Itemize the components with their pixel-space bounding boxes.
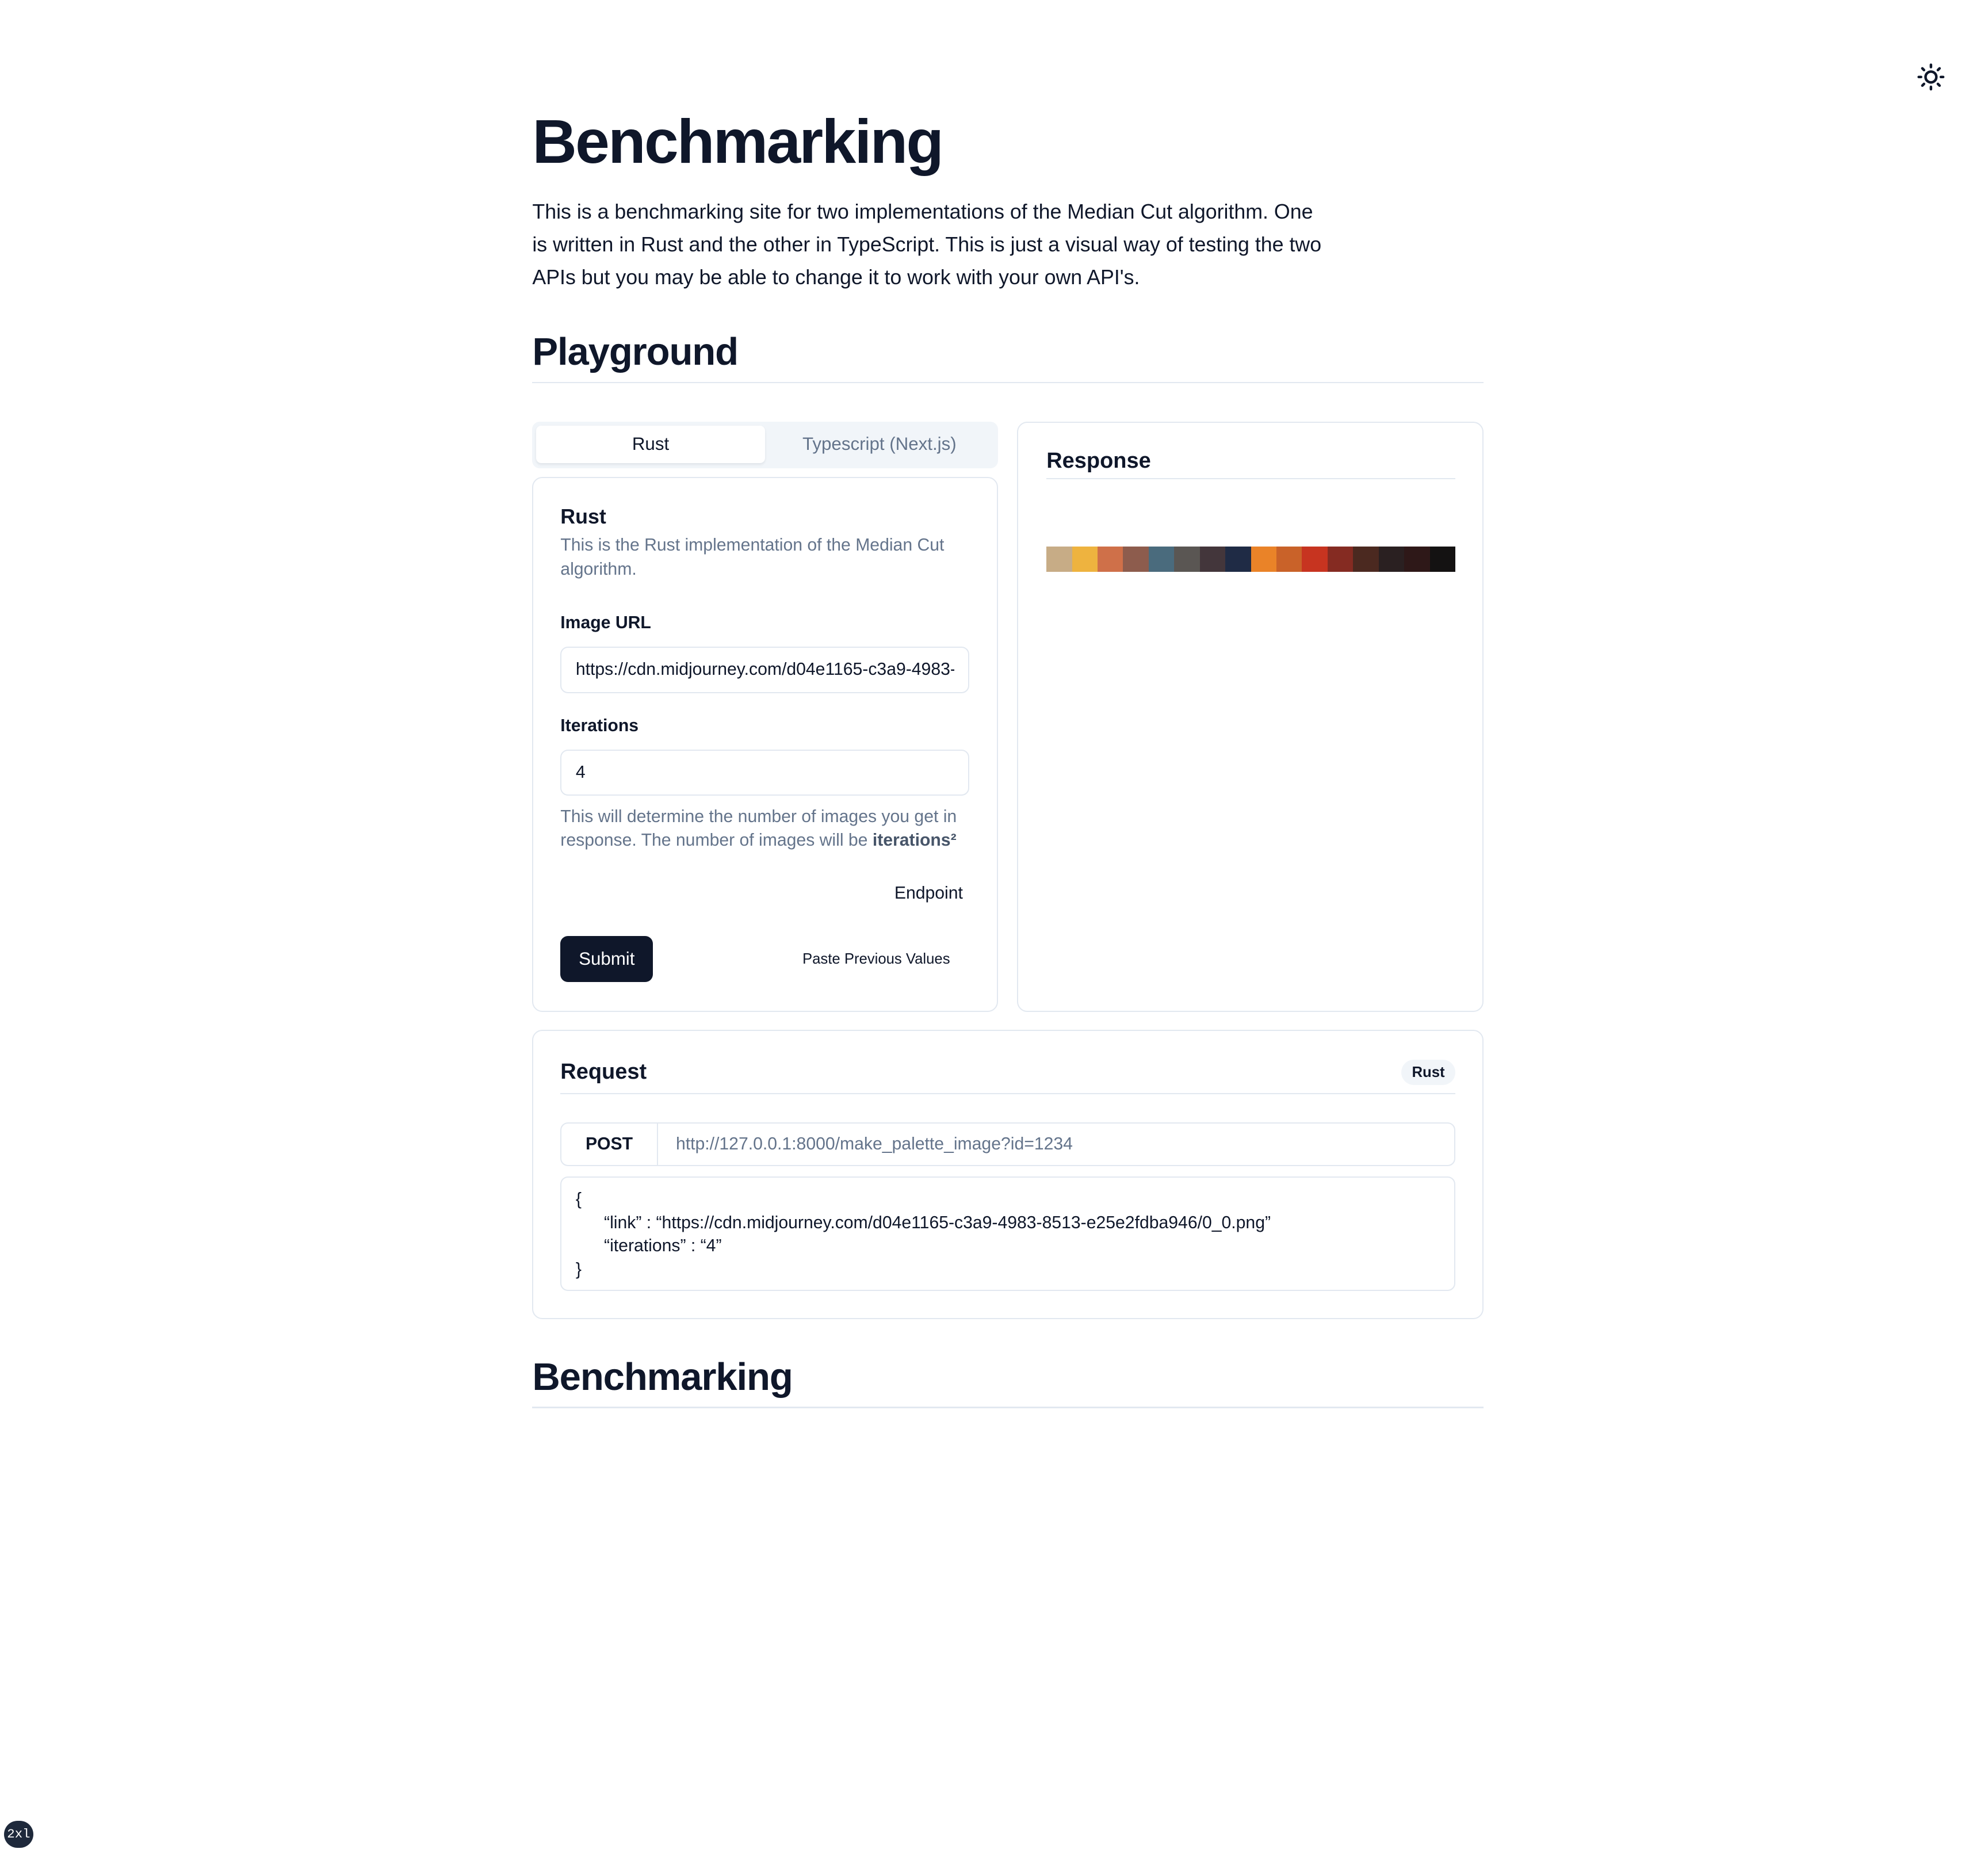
palette-swatch bbox=[1098, 546, 1123, 572]
playground-heading: Playground bbox=[532, 330, 739, 374]
page-title: Benchmarking bbox=[532, 106, 944, 176]
image-url-input[interactable] bbox=[560, 647, 970, 693]
page: Benchmarking This is a benchmarking site… bbox=[0, 0, 1988, 1849]
tab-typescript[interactable]: Typescript (Next.js) bbox=[765, 426, 994, 463]
benchmarking-heading: Benchmarking bbox=[532, 1355, 793, 1399]
playground-heading-divider bbox=[532, 381, 1484, 384]
rust-form-card: Rust This is the Rust implementation of … bbox=[532, 477, 998, 1013]
intro-text: This is a benchmarking site for two impl… bbox=[532, 200, 1322, 289]
response-card: Response bbox=[1017, 422, 1484, 1013]
palette-swatch bbox=[1148, 546, 1175, 572]
paste-previous-values-button[interactable]: Paste Previous Values bbox=[783, 946, 950, 972]
form-description: This is the Rust implementation of the M… bbox=[560, 536, 945, 579]
palette-swatch bbox=[1123, 546, 1149, 572]
tab-rust[interactable]: Rust bbox=[536, 425, 765, 463]
screen-size-badge: 2xl bbox=[3, 1821, 34, 1848]
implementation-tabs: Rust Typescript (Next.js) bbox=[532, 422, 998, 468]
palette-swatch bbox=[1302, 546, 1328, 572]
image-url-label: Image URL bbox=[560, 613, 651, 632]
palette-swatch bbox=[1072, 546, 1098, 572]
palette-swatch bbox=[1404, 546, 1430, 572]
palette-swatch bbox=[1174, 546, 1200, 572]
iterations-hint-emphasis: iterations² bbox=[872, 831, 957, 850]
request-body: { “link” : “https://cdn.midjourney.com/d… bbox=[560, 1176, 1455, 1291]
palette-swatch bbox=[1251, 546, 1276, 572]
response-title-divider bbox=[1046, 478, 1455, 480]
theme-toggle-button[interactable] bbox=[1916, 62, 1947, 93]
submit-button[interactable]: Submit bbox=[560, 935, 653, 983]
request-url-bar: POST http://127.0.0.1:8000/make_palette_… bbox=[560, 1122, 1455, 1167]
request-body-link-line: “link” : “https://cdn.midjourney.com/d04… bbox=[604, 1213, 1271, 1232]
palette-swatch bbox=[1199, 546, 1226, 572]
palette-swatch bbox=[1327, 546, 1354, 572]
palette-swatch bbox=[1378, 546, 1405, 572]
request-card: Request Rust POST http://127.0.0.1:8000/… bbox=[532, 1030, 1484, 1320]
palette-swatch bbox=[1429, 546, 1455, 572]
language-badge: Rust bbox=[1401, 1059, 1455, 1086]
request-body-close-brace: } bbox=[575, 1259, 582, 1279]
http-method: POST bbox=[561, 1124, 658, 1166]
request-title: Request bbox=[560, 1059, 647, 1084]
form-title: Rust bbox=[560, 505, 606, 529]
palette-swatch bbox=[1276, 546, 1302, 572]
palette-strip bbox=[1046, 546, 1455, 572]
request-url: http://127.0.0.1:8000/make_palette_image… bbox=[675, 1134, 1073, 1154]
sun-icon bbox=[1917, 63, 1945, 91]
iterations-hint: This will determine the number of images… bbox=[560, 805, 972, 853]
benchmarking-heading-divider bbox=[532, 1407, 1484, 1408]
request-body-open-brace: { bbox=[575, 1189, 582, 1209]
iterations-label: Iterations bbox=[560, 716, 639, 735]
palette-swatch bbox=[1353, 546, 1379, 572]
palette-swatch bbox=[1046, 546, 1072, 572]
request-body-iterations-line: “iterations” : “4” bbox=[604, 1236, 722, 1256]
response-title: Response bbox=[1046, 448, 1151, 473]
palette-swatch bbox=[1225, 546, 1251, 572]
request-title-divider bbox=[560, 1092, 1455, 1094]
iterations-input[interactable] bbox=[560, 749, 970, 796]
endpoint-button[interactable]: Endpoint bbox=[870, 881, 963, 907]
